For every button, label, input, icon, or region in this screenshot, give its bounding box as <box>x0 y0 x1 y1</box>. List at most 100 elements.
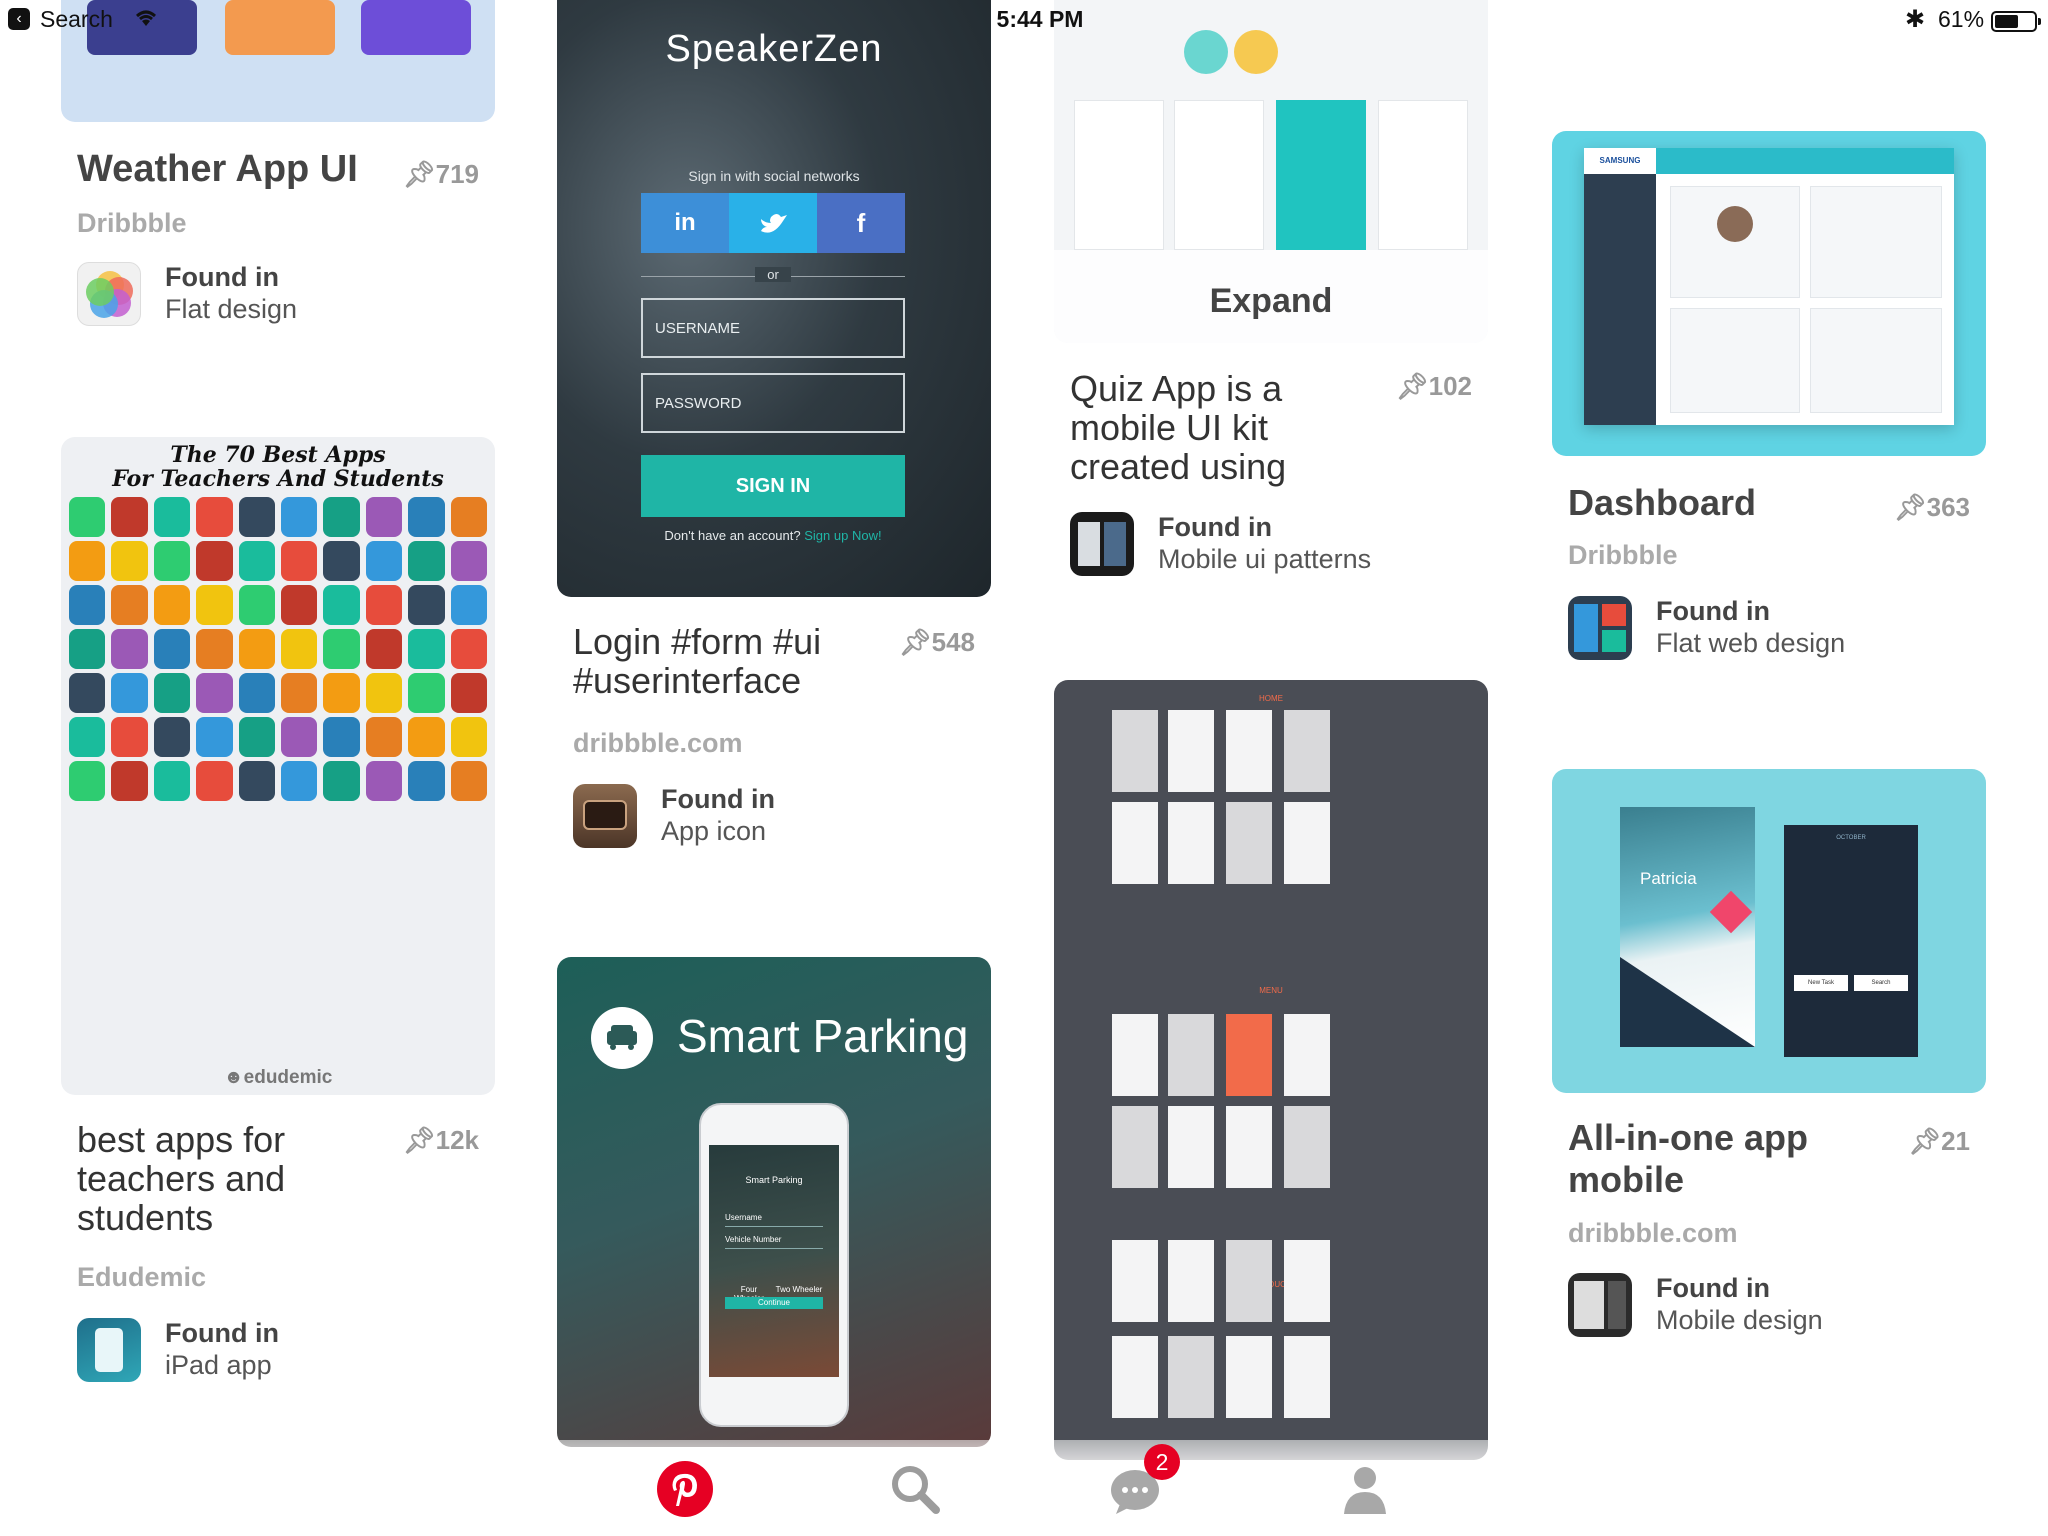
battery-icon <box>1991 11 2041 32</box>
back-to-search-link[interactable]: Search <box>40 6 113 33</box>
board-name: Flat web design <box>1656 628 1846 658</box>
pin-card-all-in-one[interactable]: Patricia OCTOBER New Task Search All-in-… <box>1552 769 1986 1369</box>
app-icon-tile <box>111 585 148 625</box>
pin-title[interactable]: Weather App UI <box>77 150 407 189</box>
wifi-icon <box>132 6 160 34</box>
save-count: 📌︎12k <box>402 1125 479 1155</box>
pin-card-login[interactable]: SpeakerZen Sign in with social networks … <box>557 0 991 880</box>
app-icon-tile <box>281 761 318 801</box>
pin-card-teachers[interactable]: The 70 Best Apps For Teachers And Studen… <box>61 437 495 1437</box>
found-in-label: Found in <box>661 784 775 814</box>
wireframe-screen <box>1168 1336 1214 1418</box>
pinterest-logo-icon <box>657 1461 713 1517</box>
app-icon-tile <box>365 761 403 801</box>
sign-in-button: SIGN IN <box>641 455 905 517</box>
pin-title[interactable]: Quiz App is a mobile UI kit created usin… <box>1070 369 1390 487</box>
pin-image[interactable]: Smart Parking Smart Parking Username Veh… <box>557 957 991 1447</box>
pin-image[interactable]: SAMSUNG <box>1552 131 1986 456</box>
profile-name: Patricia <box>1640 869 1697 888</box>
app-icon-tile <box>153 717 191 757</box>
wireframe-screen <box>1226 802 1272 884</box>
app-icon-tile <box>238 717 275 757</box>
app-icon-tile <box>111 673 148 713</box>
pin-image[interactable]: Patricia OCTOBER New Task Search <box>1552 769 1986 1093</box>
app-icon-tile <box>323 761 360 801</box>
app-icon-tile <box>196 717 233 757</box>
save-count: 📌︎363 <box>1893 492 1970 522</box>
app-icon-tile <box>238 629 275 669</box>
app-icon-tile <box>365 585 403 625</box>
username-field: USERNAME <box>641 298 905 358</box>
clock: 5:44 PM <box>996 6 1084 32</box>
section-home: HOME <box>1259 694 1283 703</box>
app-icon-tile <box>450 673 487 713</box>
app-icon-grid <box>69 497 487 801</box>
password-field: PASSWORD <box>641 373 905 433</box>
app-icon-tile <box>238 761 275 801</box>
pin-image[interactable]: SpeakerZen Sign in with social networks … <box>557 0 991 597</box>
pin-image[interactable]: Expand <box>1054 0 1488 343</box>
app-icon-tile <box>323 629 360 669</box>
pin-card-dashboard[interactable]: SAMSUNG Dashboard 📌︎363 Dribbble Found i… <box>1552 131 1986 691</box>
pin-image[interactable]: The 70 Best Apps For Teachers And Studen… <box>61 437 495 1095</box>
wireframe-screen <box>1284 1240 1330 1322</box>
app-icon-tile <box>153 541 191 581</box>
phone-continue-button: Continue <box>725 1297 823 1309</box>
app-icon-tile <box>408 497 445 537</box>
pin-card-weather[interactable]: Weather App UI 📌︎719 Dribbble Found in F… <box>61 0 495 340</box>
wireframe-screen <box>1168 802 1214 884</box>
pin-title[interactable]: best apps for teachers and students <box>77 1120 407 1237</box>
wireframe-screen <box>1112 1336 1158 1418</box>
infographic-title-line1: The 70 Best Apps <box>170 442 386 468</box>
found-in-label: Found in <box>1656 596 1770 626</box>
wireframe-screen <box>1226 1336 1272 1418</box>
save-count: 📌︎719 <box>402 159 479 189</box>
app-icon-tile <box>238 585 275 625</box>
pin-card-smart-parking[interactable]: Smart Parking Smart Parking Username Veh… <box>557 957 991 1447</box>
app-icon-tile <box>196 761 233 801</box>
pin-source: Dribbble <box>1568 540 1678 570</box>
app-icon-tile <box>281 717 318 757</box>
expand-label[interactable]: Expand <box>1054 282 1488 321</box>
dashboard-brand: SAMSUNG <box>1584 148 1656 174</box>
found-in-label: Found in <box>165 262 279 292</box>
social-signin-text: Sign in with social networks <box>688 168 860 184</box>
app-icon-tile <box>153 673 191 713</box>
pin-title[interactable]: Login #form #ui #userinterface <box>573 622 893 700</box>
pin-card-quiz[interactable]: Expand Quiz App is a mobile UI kit creat… <box>1054 0 1488 620</box>
back-arrow-icon[interactable]: ‹ <box>8 8 30 30</box>
app-icon-tile <box>69 673 106 713</box>
board-thumbnail <box>77 262 141 326</box>
pin-title[interactable]: Dashboard <box>1568 483 1898 522</box>
board-thumbnail <box>1568 1273 1632 1337</box>
battery-percent: 61% <box>1938 6 1985 32</box>
save-count: 📌︎21 <box>1908 1126 1970 1156</box>
tab-search[interactable] <box>880 1454 950 1524</box>
wireframe-screen <box>1168 1240 1214 1322</box>
infographic-title-line2: For Teachers And Students <box>112 466 444 492</box>
app-icon-tile <box>408 761 445 801</box>
save-count: 📌︎102 <box>1395 371 1472 401</box>
app-icon-tile <box>281 585 318 625</box>
facebook-button: f <box>817 193 905 253</box>
app-icon-tile <box>450 541 487 581</box>
pin-title[interactable]: All-in-one app mobile <box>1568 1117 1868 1201</box>
app-icon-tile <box>196 585 233 625</box>
app-icon-tile <box>281 673 318 713</box>
phone-title: Smart Parking <box>745 1175 803 1185</box>
pin-source: Dribbble <box>77 208 187 238</box>
app-icon-tile <box>365 541 403 581</box>
app-icon-tile <box>111 629 148 669</box>
tab-home[interactable] <box>650 1454 720 1524</box>
wireframe-screen <box>1284 802 1330 884</box>
app-icon-tile <box>450 717 487 757</box>
board-thumbnail <box>573 784 637 848</box>
pin-card-wireframes[interactable]: HOME MENU PRODUCT <box>1054 680 1488 1460</box>
pin-image[interactable]: HOME MENU PRODUCT <box>1054 680 1488 1460</box>
app-icon-tile <box>281 629 318 669</box>
app-icon-tile <box>408 541 445 581</box>
wireframe-screen <box>1112 802 1158 884</box>
phone-vehicle-field: Vehicle Number <box>725 1235 823 1249</box>
tab-profile[interactable] <box>1330 1454 1400 1524</box>
infographic-brand: ☻edudemic <box>223 1067 333 1088</box>
